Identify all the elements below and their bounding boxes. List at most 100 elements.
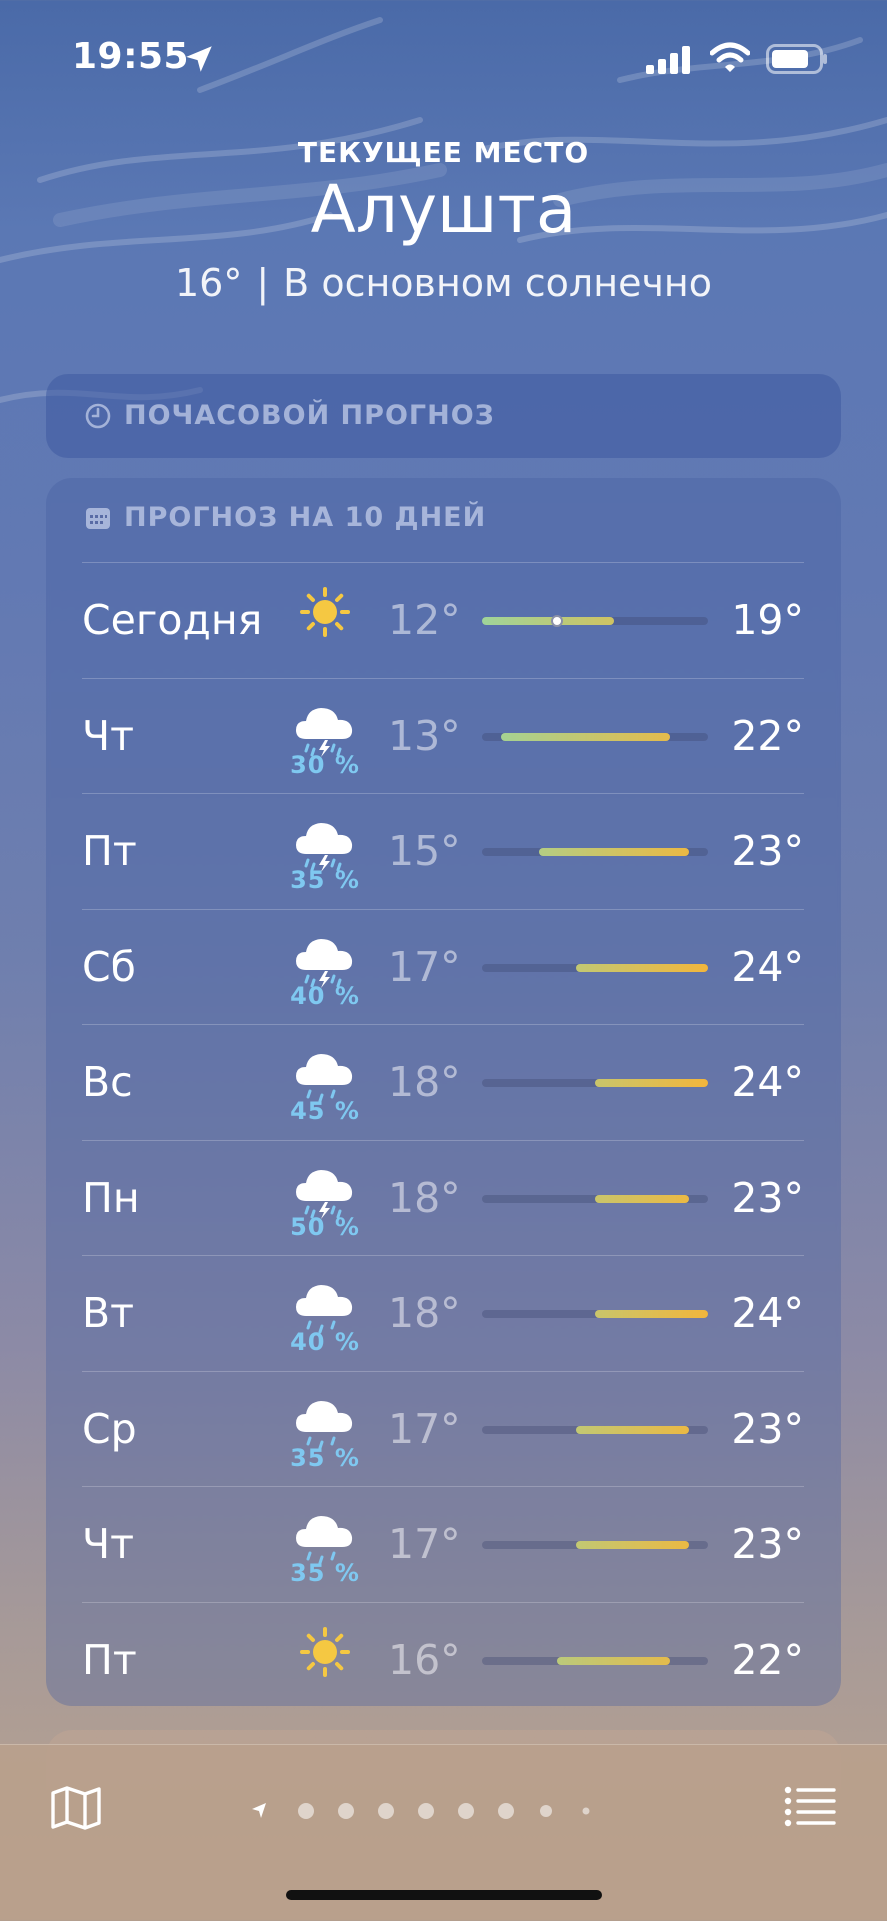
day-label: Чт	[82, 711, 134, 760]
temperature-range-fill	[576, 1541, 690, 1549]
day-label: Ср	[82, 1404, 137, 1453]
high-temperature: 22°	[731, 711, 804, 760]
temperature-range-fill	[557, 1656, 671, 1665]
day-label: Пт	[82, 1635, 137, 1684]
low-temperature: 18°	[388, 1058, 461, 1106]
low-temperature: 17°	[388, 1404, 461, 1453]
sun-icon	[300, 1626, 350, 1677]
temperature-range-fill	[500, 732, 671, 741]
temperature-range-fill	[538, 848, 690, 856]
temperature-range-bar	[482, 1194, 708, 1203]
precipitation-chance: 40 %	[290, 1328, 360, 1356]
temperature-range-bar	[482, 732, 708, 741]
location-arrow-icon	[186, 46, 212, 72]
page-indicator-location-arrow	[252, 1803, 266, 1818]
separator: |	[256, 261, 270, 305]
day-label: Сегодня	[82, 596, 263, 644]
cloud-thunder-rain-icon	[296, 707, 353, 757]
cloud-thunder-rain-icon	[296, 823, 353, 872]
page-dot	[418, 1803, 434, 1819]
page-dot	[458, 1803, 474, 1819]
high-temperature: 23°	[731, 827, 804, 875]
hourly-forecast-title: ПОЧАСОВОЙ ПРОГНОЗ	[124, 400, 495, 431]
day-label: Сб	[82, 942, 136, 991]
city-name: Алушта	[310, 171, 577, 248]
high-temperature: 24°	[731, 942, 804, 991]
cloud-rain-icon	[296, 1400, 353, 1449]
temperature-range-bar	[482, 1656, 708, 1665]
low-temperature: 15°	[388, 827, 461, 875]
day-row[interactable]: Пт 35 % 15° 23°	[82, 793, 804, 909]
high-temperature: 24°	[731, 1289, 804, 1337]
location-label: ТЕКУЩЕЕ МЕСТО	[297, 136, 590, 169]
calendar-icon	[86, 507, 110, 529]
day-label: Пн	[82, 1173, 140, 1222]
low-temperature: 13°	[388, 711, 461, 760]
cloud-rain-icon	[296, 1285, 353, 1334]
day-row[interactable]: Сегодня 12° 19°	[82, 562, 804, 678]
map-icon[interactable]	[50, 1785, 102, 1831]
page-indicator[interactable]	[250, 1791, 640, 1831]
condition-text: В основном солнечно	[283, 261, 712, 305]
day-label: Вт	[82, 1289, 135, 1337]
day-row[interactable]: Чт 35 % 17° 23°	[82, 1486, 804, 1602]
day-row[interactable]: Пн 50 % 18° 23°	[82, 1139, 804, 1256]
current-temperature-dot	[551, 615, 564, 627]
page-dot	[378, 1803, 394, 1819]
temperature-range-bar	[482, 963, 708, 972]
temperature-range-fill	[595, 1194, 690, 1203]
temperature-range-bar	[482, 848, 708, 856]
location-header: ТЕКУЩЕЕ МЕСТО Алушта 16° | В основном солн…	[0, 130, 887, 305]
cloud-rain-icon	[296, 1054, 353, 1103]
low-temperature: 18°	[388, 1173, 461, 1222]
status-bar: 19:55	[0, 0, 887, 120]
precipitation-chance: 30 %	[290, 750, 360, 779]
day-row[interactable]: Сб 40 % 17° 24°	[82, 908, 804, 1025]
current-temperature: 16°	[175, 261, 243, 305]
hourly-forecast-header: ПОЧАСОВОЙ ПРОГНОЗ	[84, 400, 495, 431]
hourly-forecast-card[interactable]: ПОЧАСОВОЙ ПРОГНОЗ	[46, 374, 841, 458]
home-indicator	[286, 1890, 602, 1900]
precipitation-chance: 40 %	[290, 981, 360, 1010]
temperature-range-fill	[576, 963, 708, 972]
low-temperature: 18°	[388, 1289, 461, 1337]
high-temperature: 22°	[731, 1635, 804, 1684]
high-temperature: 23°	[731, 1520, 804, 1568]
day-row[interactable]: Чт 30 % 13° 22°	[82, 677, 804, 794]
sun-icon	[300, 587, 350, 637]
day-row[interactable]: Вс 45 % 18° 24°	[82, 1024, 804, 1140]
clock-icon	[85, 403, 111, 428]
page-dot	[498, 1803, 514, 1819]
cloud-thunder-rain-icon	[296, 938, 353, 988]
high-temperature: 19°	[731, 596, 804, 644]
day-label: Пт	[82, 827, 137, 875]
high-temperature: 23°	[731, 1404, 804, 1453]
temperature-range-bar	[482, 1541, 708, 1549]
low-temperature: 12°	[388, 596, 461, 644]
precipitation-chance: 35 %	[290, 1443, 360, 1472]
day-label: Чт	[82, 1520, 134, 1568]
temperature-range-bar	[482, 615, 708, 627]
temperature-range-fill	[482, 617, 614, 625]
list-icon[interactable]	[784, 1785, 836, 1827]
day-row[interactable]: Пт 16° 22°	[82, 1601, 804, 1718]
page-dot	[540, 1805, 552, 1817]
page-dot	[338, 1803, 354, 1819]
ten-day-forecast-title: ПРОГНОЗ НА 10 ДНЕЙ	[124, 502, 487, 533]
low-temperature: 16°	[388, 1635, 461, 1684]
precipitation-chance: 50 %	[290, 1212, 360, 1241]
cloud-rain-icon	[296, 1516, 353, 1565]
high-temperature: 24°	[731, 1058, 804, 1106]
temperature-range-fill	[595, 1079, 708, 1087]
day-row[interactable]: Ср 35 % 17° 23°	[82, 1370, 804, 1487]
temperature-range-fill	[595, 1310, 708, 1318]
wifi-icon	[710, 42, 750, 72]
page-dot	[298, 1803, 314, 1819]
ten-day-forecast-card[interactable]: ПРОГНОЗ НА 10 ДНЕЙ Сегодня 12° 19° Чт 30…	[46, 478, 841, 1706]
low-temperature: 17°	[388, 1520, 461, 1568]
ten-day-forecast-header: ПРОГНОЗ НА 10 ДНЕЙ	[84, 502, 486, 533]
day-rows: Сегодня 12° 19° Чт 30 % 13° 22° Пт 35 % …	[82, 562, 804, 1717]
page-dot	[582, 1807, 590, 1815]
cellular-signal-icon	[646, 46, 690, 74]
day-row[interactable]: Вт 40 % 18° 24°	[82, 1255, 804, 1371]
